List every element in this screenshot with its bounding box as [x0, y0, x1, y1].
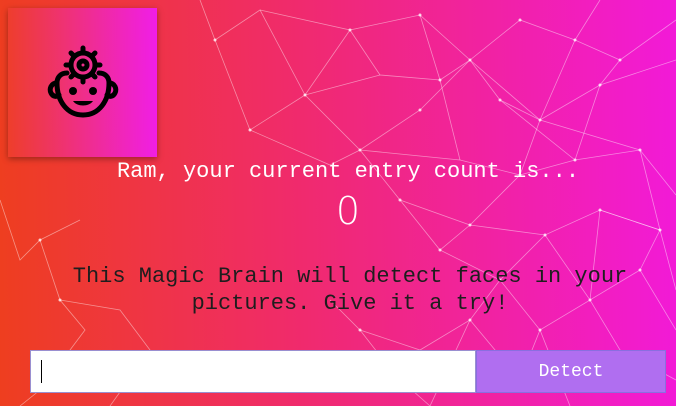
- image-url-form: Detect: [30, 350, 666, 393]
- image-url-input-wrapper: [30, 350, 476, 393]
- entry-count: 0: [335, 189, 361, 233]
- image-url-input[interactable]: [30, 350, 476, 393]
- text-caret: [41, 360, 42, 383]
- brain-face-icon: [47, 45, 118, 117]
- description-text: This Magic Brain will detect faces in yo…: [72, 264, 628, 316]
- app-logo: [8, 8, 157, 157]
- detect-button[interactable]: Detect: [476, 350, 666, 393]
- rank-message: Ram, your current entry count is...: [116, 159, 580, 184]
